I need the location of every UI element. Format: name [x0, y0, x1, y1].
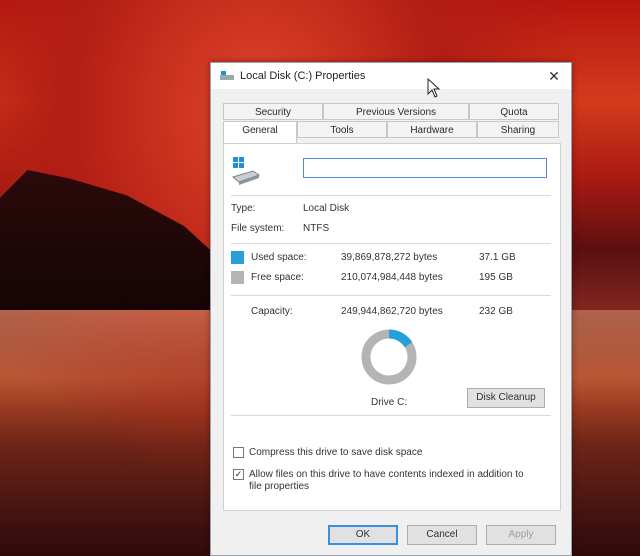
- capacity-bytes: 249,944,862,720 bytes: [341, 306, 443, 317]
- tab-quota[interactable]: Quota: [469, 103, 559, 120]
- drive-caption: Drive C:: [371, 397, 408, 408]
- windows-drive-icon: [231, 157, 261, 185]
- compress-label: Compress this drive to save disk space: [249, 447, 423, 458]
- tabs-bottom-row: General Tools Hardware Sharing: [211, 121, 571, 143]
- mouse-pointer-icon: [427, 78, 441, 98]
- used-space-label: Used space:: [251, 252, 307, 263]
- file-system-label: File system:: [231, 223, 285, 234]
- compress-checkbox[interactable]: [233, 447, 244, 458]
- properties-dialog: Local Disk (C:) Properties ✕ Security Pr…: [210, 62, 572, 556]
- drive-icon: [220, 71, 234, 80]
- cancel-button[interactable]: Cancel: [407, 525, 477, 545]
- free-space-label: Free space:: [251, 272, 304, 283]
- disk-cleanup-button[interactable]: Disk Cleanup: [467, 388, 545, 408]
- tab-hardware[interactable]: Hardware: [387, 121, 477, 138]
- index-checkbox[interactable]: ✓: [233, 469, 244, 480]
- type-label: Type:: [231, 203, 256, 214]
- window-title: Local Disk (C:) Properties: [240, 70, 366, 82]
- type-value: Local Disk: [303, 203, 350, 214]
- tab-sharing[interactable]: Sharing: [477, 121, 559, 138]
- used-space-size: 37.1 GB: [479, 252, 516, 263]
- drive-name-field[interactable]: [303, 158, 547, 178]
- used-space-swatch: [231, 251, 244, 264]
- index-label-line1: Allow files on this drive to have conten…: [249, 469, 524, 480]
- free-space-size: 195 GB: [479, 272, 513, 283]
- title-bar[interactable]: Local Disk (C:) Properties ✕: [211, 63, 571, 89]
- wallpaper-island: [0, 170, 230, 310]
- capacity-size: 232 GB: [479, 306, 513, 317]
- free-space-swatch: [231, 271, 244, 284]
- usage-donut-chart: [361, 329, 417, 385]
- divider: [231, 195, 551, 196]
- divider: [231, 415, 551, 416]
- checkmark-icon: ✓: [234, 469, 243, 479]
- tab-tools[interactable]: Tools: [297, 121, 387, 138]
- divider: [231, 243, 551, 244]
- ok-button[interactable]: OK: [328, 525, 398, 545]
- used-space-bytes: 39,869,878,272 bytes: [341, 252, 438, 263]
- index-label-line2: file properties: [249, 481, 310, 492]
- tabs-top-row: Security Previous Versions Quota: [211, 103, 571, 121]
- close-icon[interactable]: ✕: [545, 67, 563, 85]
- divider: [231, 295, 551, 296]
- free-space-bytes: 210,074,984,448 bytes: [341, 272, 443, 283]
- file-system-value: NTFS: [303, 223, 330, 234]
- tab-security[interactable]: Security: [223, 103, 323, 120]
- tab-previous-versions[interactable]: Previous Versions: [323, 103, 469, 120]
- tab-general[interactable]: General: [223, 121, 297, 143]
- capacity-label: Capacity:: [251, 306, 293, 317]
- apply-button[interactable]: Apply: [486, 525, 556, 545]
